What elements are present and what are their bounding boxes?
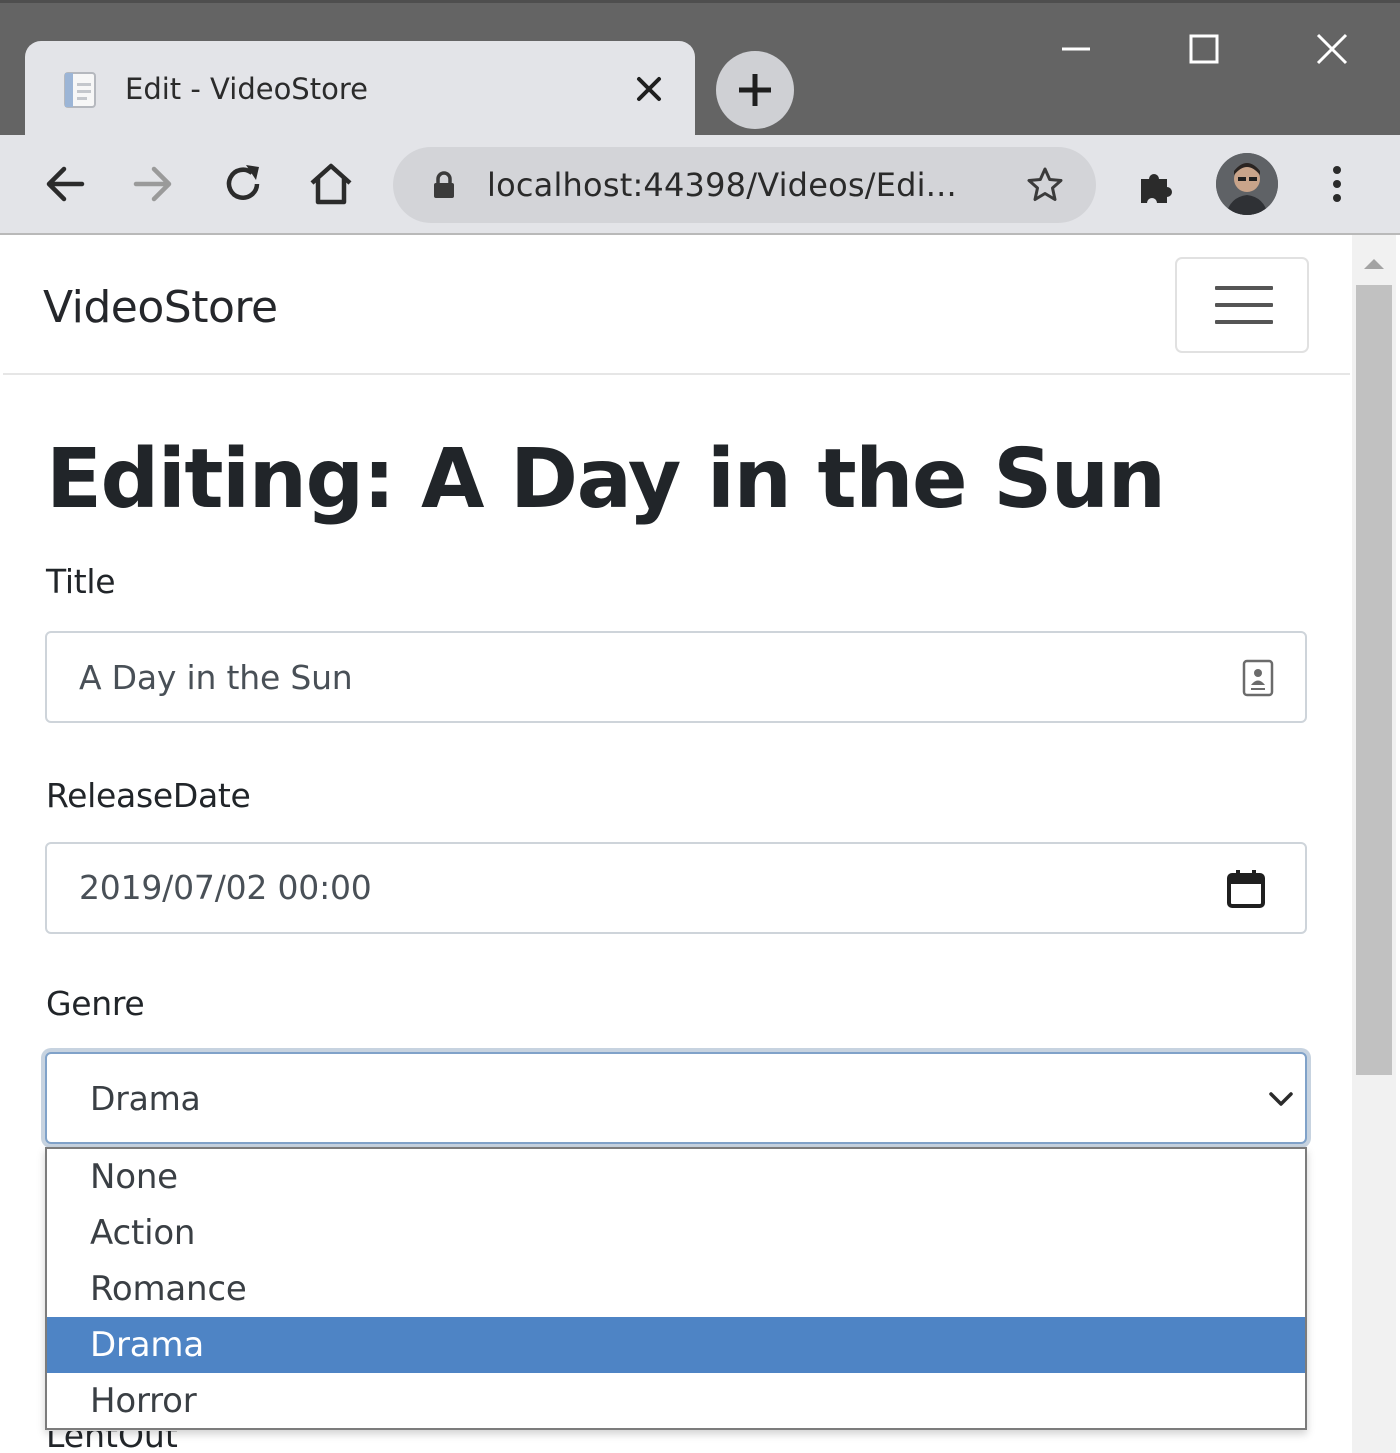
site-navbar: VideoStore <box>3 235 1350 375</box>
extensions-icon[interactable] <box>1133 159 1183 209</box>
title-input[interactable]: A Day in the Sun <box>45 631 1307 723</box>
forward-icon[interactable] <box>128 159 178 209</box>
address-bar[interactable]: localhost:44398/Videos/Edi... <box>393 147 1096 223</box>
home-icon[interactable] <box>306 159 356 209</box>
reload-icon[interactable] <box>218 159 268 209</box>
title-input-value: A Day in the Sun <box>79 658 353 697</box>
navbar-brand[interactable]: VideoStore <box>43 280 278 336</box>
profile-avatar[interactable] <box>1216 153 1278 215</box>
genre-label: Genre <box>46 984 145 1023</box>
autofill-contact-icon[interactable] <box>1241 659 1275 697</box>
menu-icon[interactable] <box>1312 159 1362 209</box>
scrollbar-thumb[interactable] <box>1356 285 1392 1075</box>
window-titlebar: Edit - VideoStore <box>0 0 1400 138</box>
genre-selected-value: Drama <box>90 1079 201 1118</box>
calendar-icon[interactable] <box>1225 868 1267 910</box>
close-icon[interactable] <box>1310 27 1354 71</box>
hamburger-line <box>1215 303 1273 307</box>
scroll-up-arrow-icon[interactable] <box>1360 253 1388 273</box>
genre-select[interactable]: Drama <box>45 1052 1307 1144</box>
new-tab-button[interactable] <box>716 51 794 129</box>
genre-option-romance[interactable]: Romance <box>47 1261 1305 1317</box>
back-icon[interactable] <box>40 159 90 209</box>
page-favicon-icon <box>64 72 96 108</box>
star-icon[interactable] <box>1025 165 1065 205</box>
genre-option-none[interactable]: None <box>47 1149 1305 1205</box>
tab-title: Edit - VideoStore <box>125 72 368 106</box>
tab-close-icon[interactable] <box>633 73 665 105</box>
chevron-down-icon <box>1269 1092 1293 1106</box>
release-date-label: ReleaseDate <box>46 776 251 815</box>
release-date-value: 2019/07/02 00:00 <box>79 868 372 907</box>
url-text[interactable]: localhost:44398/Videos/Edi... <box>487 165 997 205</box>
lentout-label-text: LentOut <box>46 1431 178 1453</box>
lentout-label: LentOut <box>46 1431 246 1453</box>
page-viewport: VideoStore Editing: A Day in the Sun Tit… <box>0 235 1400 1453</box>
genre-option-horror[interactable]: Horror <box>47 1373 1305 1429</box>
browser-tab[interactable]: Edit - VideoStore <box>25 41 695 138</box>
hamburger-line <box>1215 286 1273 290</box>
genre-option-action[interactable]: Action <box>47 1205 1305 1261</box>
minimize-icon[interactable] <box>1054 27 1098 71</box>
release-date-input[interactable]: 2019/07/02 00:00 <box>45 842 1307 934</box>
page-title: Editing: A Day in the Sun <box>46 432 1166 527</box>
new-tab-icon <box>739 74 771 106</box>
browser-toolbar: localhost:44398/Videos/Edi... <box>0 135 1400 235</box>
maximize-icon[interactable] <box>1182 27 1226 71</box>
title-label: Title <box>46 562 116 601</box>
genre-option-drama[interactable]: Drama <box>47 1317 1305 1373</box>
lock-icon[interactable] <box>429 170 459 200</box>
hamburger-line <box>1215 320 1273 324</box>
profile-photo-icon <box>1216 153 1278 215</box>
navbar-toggle-button[interactable] <box>1175 257 1309 353</box>
genre-dropdown-list: None Action Romance Drama Horror <box>45 1147 1307 1430</box>
